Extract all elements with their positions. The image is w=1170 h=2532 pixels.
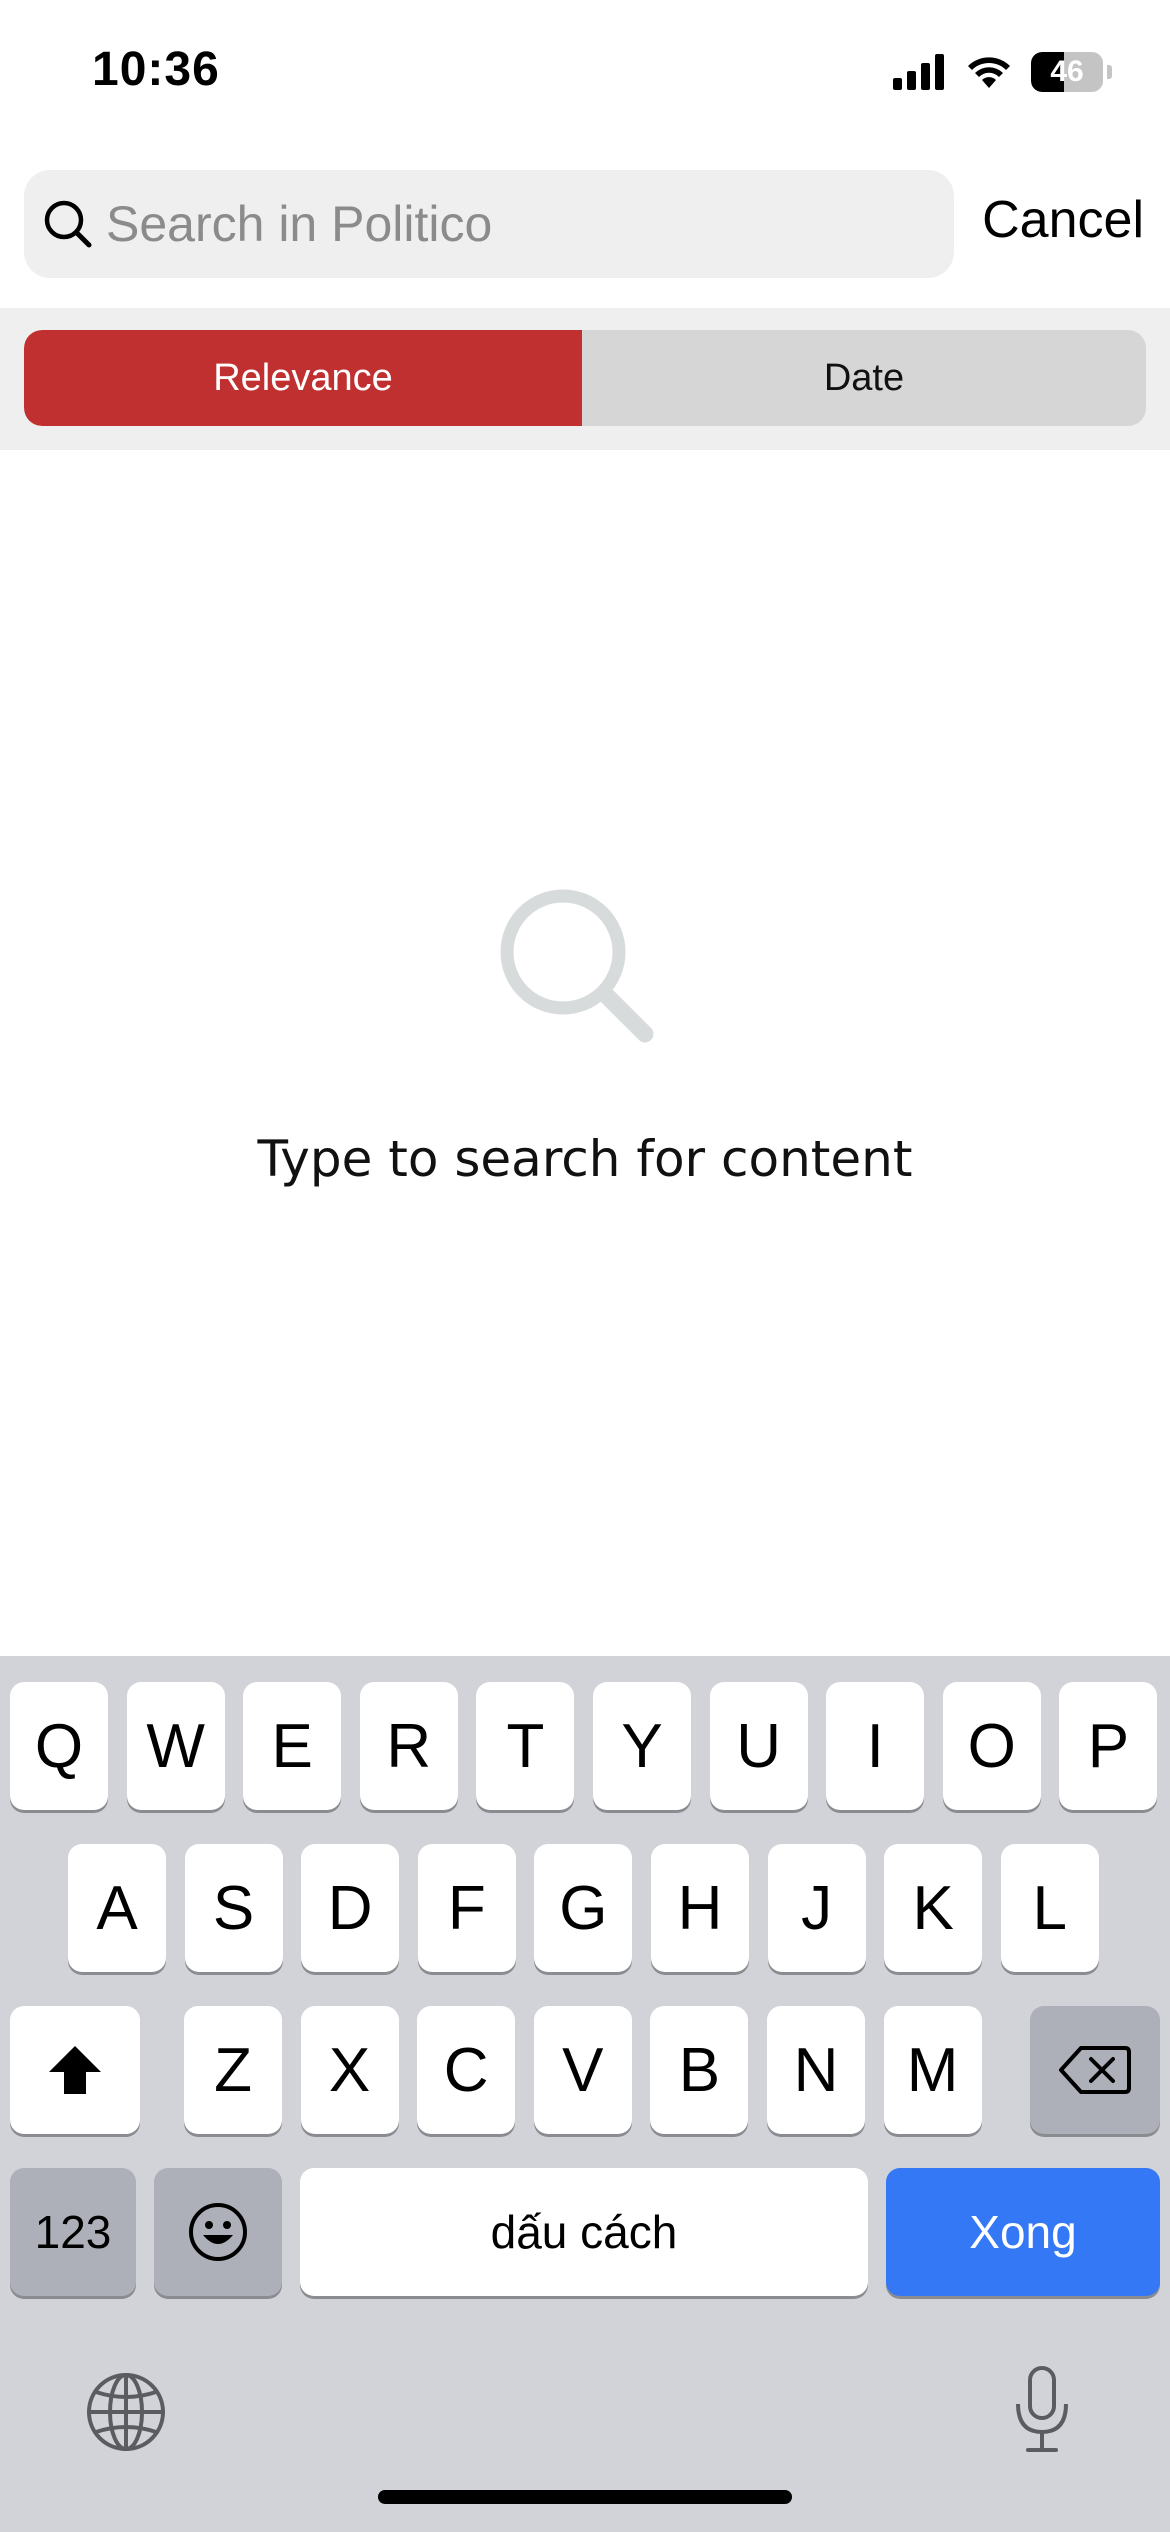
home-indicator <box>378 2490 792 2504</box>
space-key[interactable]: dấu cách <box>300 2168 868 2296</box>
shift-icon <box>49 2046 101 2094</box>
key-n[interactable]: N <box>767 2006 865 2134</box>
key-y[interactable]: Y <box>593 1682 691 1810</box>
keyboard-row-1: QWERTYUIOP <box>0 1682 1170 1812</box>
empty-state-message: Type to search for content <box>257 1130 913 1188</box>
key-a[interactable]: A <box>68 1844 166 1972</box>
keyboard-row-4: 123 dấu cách Xong <box>0 2168 1170 2298</box>
sort-option-date[interactable]: Date <box>582 330 1146 426</box>
sort-option-relevance[interactable]: Relevance <box>24 330 582 426</box>
status-icons: 46 <box>893 50 1112 94</box>
key-l[interactable]: L <box>1000 1844 1099 1972</box>
key-t[interactable]: T <box>476 1682 575 1810</box>
key-q[interactable]: Q <box>10 1682 108 1810</box>
key-x[interactable]: X <box>300 2006 399 2134</box>
key-k[interactable]: K <box>884 1844 983 1972</box>
backspace-icon <box>1059 2046 1131 2094</box>
search-icon <box>44 200 92 248</box>
key-s[interactable]: S <box>184 1844 283 1972</box>
sort-segmented-control: Relevance Date <box>24 330 1146 426</box>
keyboard: QWERTYUIOP ASDFGHJKL ZXCVBNM 123 dấu các… <box>0 1656 1170 2532</box>
key-b[interactable]: B <box>650 2006 749 2134</box>
key-i[interactable]: I <box>826 1682 925 1810</box>
numbers-key[interactable]: 123 <box>10 2168 136 2296</box>
key-u[interactable]: U <box>709 1682 808 1810</box>
wifi-icon <box>968 57 1010 88</box>
key-p[interactable]: P <box>1059 1682 1158 1810</box>
delete-key[interactable] <box>1030 2006 1160 2134</box>
key-f[interactable]: F <box>417 1844 516 1972</box>
battery-cap <box>1107 65 1112 79</box>
cellular-signal-icon <box>893 54 944 90</box>
key-r[interactable]: R <box>359 1682 458 1810</box>
search-input[interactable] <box>104 194 928 254</box>
key-v[interactable]: V <box>533 2006 632 2134</box>
keyboard-row-3: ZXCVBNM <box>0 2006 1170 2136</box>
key-m[interactable]: M <box>883 2006 982 2134</box>
emoji-icon <box>189 2203 247 2261</box>
cancel-button[interactable]: Cancel <box>982 190 1144 250</box>
key-c[interactable]: C <box>417 2006 516 2134</box>
microphone-icon[interactable] <box>1010 2364 1074 2456</box>
empty-state: Type to search for content <box>0 880 1170 1188</box>
key-h[interactable]: H <box>651 1844 749 1972</box>
key-w[interactable]: W <box>126 1682 225 1810</box>
search-bar[interactable] <box>24 170 954 278</box>
sort-bar: Relevance Date <box>0 308 1170 450</box>
emoji-key[interactable] <box>154 2168 282 2296</box>
keyboard-row-2: ASDFGHJKL <box>0 1844 1170 1974</box>
battery-level: 46 <box>1050 55 1084 88</box>
key-o[interactable]: O <box>942 1682 1041 1810</box>
magnifier-icon <box>500 889 654 1043</box>
battery-icon: 46 <box>1031 52 1103 92</box>
status-time: 10:36 <box>92 43 220 96</box>
key-z[interactable]: Z <box>184 2006 282 2134</box>
globe-icon[interactable] <box>84 2370 168 2454</box>
key-d[interactable]: D <box>301 1844 400 1972</box>
status-bar: 10:36 46 <box>0 0 1170 150</box>
shift-key[interactable] <box>10 2006 140 2134</box>
key-g[interactable]: G <box>534 1844 633 1972</box>
key-j[interactable]: J <box>767 1844 866 1972</box>
key-e[interactable]: E <box>243 1682 342 1810</box>
done-key[interactable]: Xong <box>886 2168 1160 2296</box>
